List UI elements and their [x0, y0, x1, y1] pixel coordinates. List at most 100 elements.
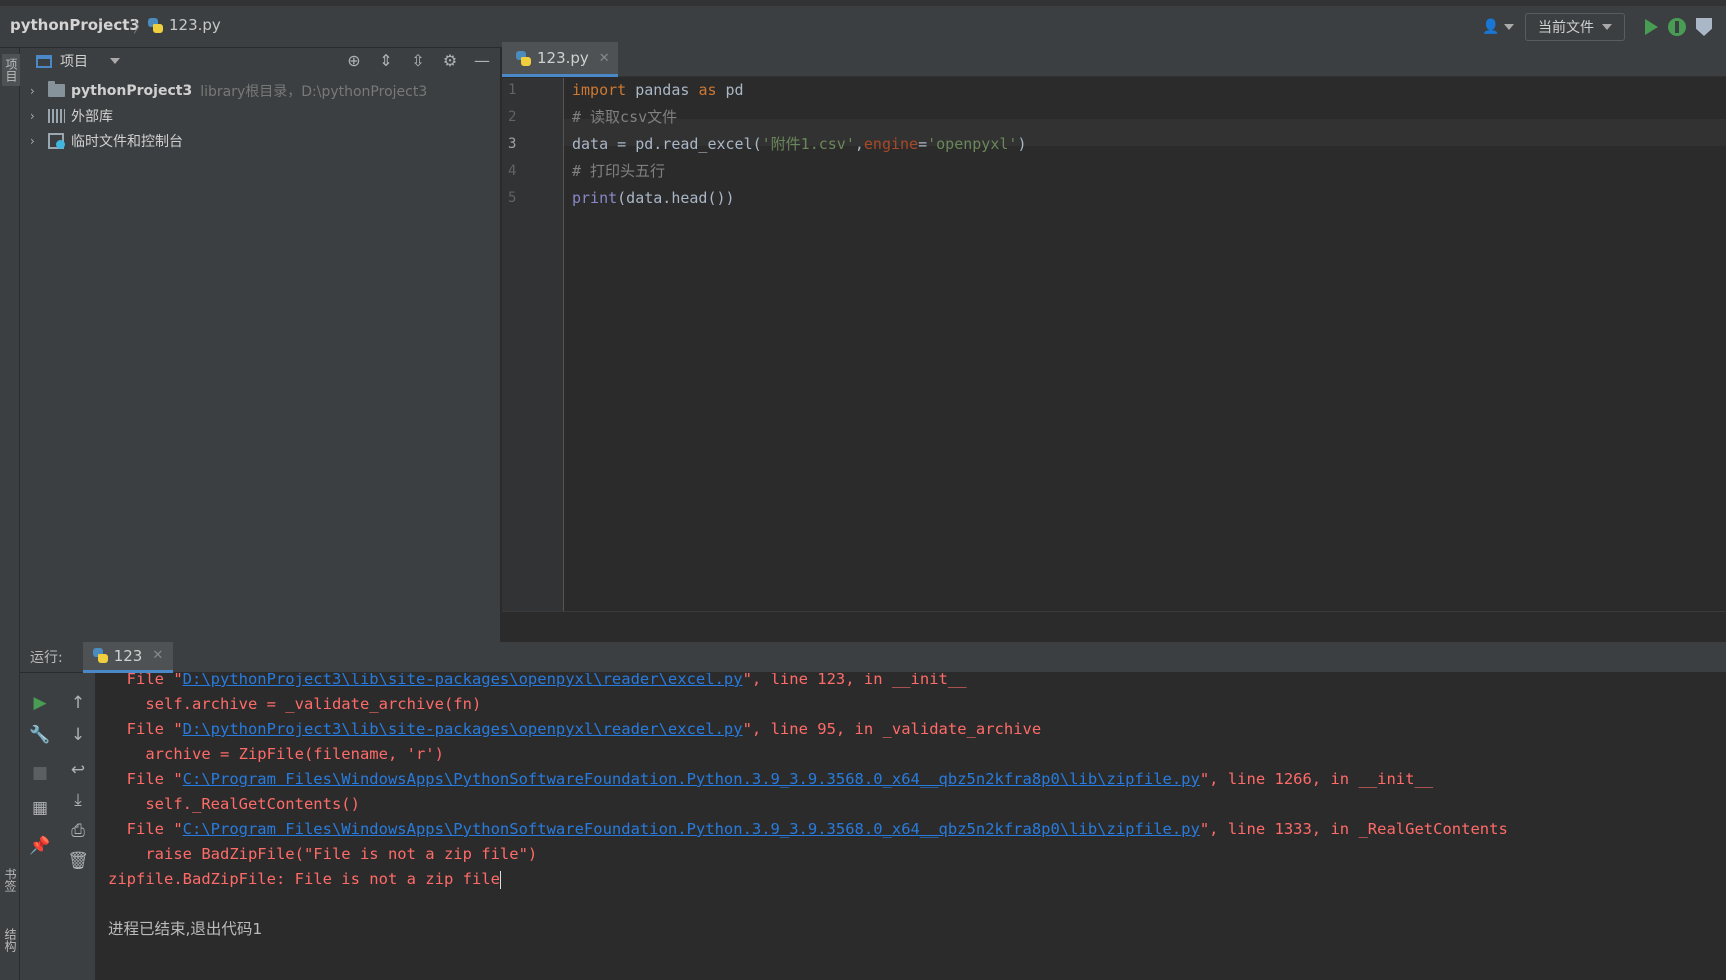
- code-param: engine: [863, 135, 919, 153]
- project-view-icon: [36, 54, 52, 68]
- console-line: self._RealGetContents(): [108, 795, 360, 813]
- tree-item-path: library根目录，D:\pythonProject3: [200, 83, 428, 100]
- line-number-gutter: 1 2 3 4 5: [502, 78, 564, 611]
- code-comment: # 读取csv文件: [572, 108, 678, 126]
- wrench-icon[interactable]: 🔧: [29, 725, 50, 745]
- tree-item-label: 临时文件和控制台: [71, 133, 183, 150]
- run-toolbar-secondary: ↑ ↓ ↩ ⤓ ⎙ 🗑: [58, 673, 96, 980]
- chevron-right-icon[interactable]: ›: [30, 84, 42, 98]
- console-file-link[interactable]: D:\pythonProject3\lib\site-packages\open…: [183, 720, 743, 738]
- run-tab-label: 123: [113, 646, 143, 665]
- hide-panel-icon[interactable]: —: [472, 50, 492, 70]
- locate-file-icon[interactable]: ⊕: [344, 50, 364, 70]
- console-text: ", line 123, in __init__: [742, 673, 967, 688]
- code-comment: # 打印头五行: [572, 162, 666, 180]
- chevron-down-icon[interactable]: [110, 58, 120, 64]
- tree-item-label: pythonProject3: [71, 82, 193, 99]
- arrow-up-icon[interactable]: ↑: [68, 693, 88, 713]
- stripe-bookmarks-tab[interactable]: 书签: [2, 868, 19, 892]
- line-number: 5: [508, 190, 517, 206]
- run-panel-label: 运行:: [30, 650, 63, 666]
- scratches-icon: [48, 132, 65, 149]
- rerun-icon[interactable]: ▶: [30, 693, 50, 713]
- code-line: # 打印头五行: [572, 158, 665, 185]
- coverage-button[interactable]: [1696, 18, 1712, 36]
- breadcrumb-file[interactable]: 123.py: [148, 16, 221, 34]
- code-line: # 读取csv文件: [572, 104, 677, 131]
- editor-tab-label: 123.py: [537, 49, 589, 67]
- tree-item-scratches[interactable]: › 临时文件和控制台: [20, 128, 500, 153]
- console-file-link[interactable]: C:\Program Files\WindowsApps\PythonSoftw…: [183, 820, 1200, 838]
- editor-tab-bar: 123.py ✕: [502, 42, 1726, 77]
- user-account-button[interactable]: 👤: [1481, 15, 1515, 39]
- console-line: File "D:\pythonProject3\lib\site-package…: [108, 716, 1042, 743]
- pin-icon[interactable]: 📌: [29, 836, 50, 856]
- console-line: File "C:\Program Files\WindowsApps\Pytho…: [108, 816, 1508, 843]
- code-text: pd: [716, 81, 744, 99]
- code-text: =: [918, 135, 928, 153]
- console-line: File "D:\pythonProject3\lib\site-package…: [108, 673, 967, 693]
- line-number: 4: [508, 163, 517, 179]
- print-icon[interactable]: ⎙: [68, 821, 88, 841]
- navigation-bar: pythonProject3 〉 123.py 👤 当前文件: [0, 0, 1726, 48]
- console-text: File ": [108, 720, 183, 738]
- run-configuration-label: 当前文件: [1538, 20, 1594, 36]
- collapse-all-icon[interactable]: ⇳: [408, 50, 428, 70]
- stop-icon[interactable]: ■: [30, 763, 50, 783]
- python-file-icon: [92, 648, 108, 663]
- stripe-structure-tab[interactable]: 结构: [2, 928, 19, 952]
- tree-item-external-libraries[interactable]: › 外部库: [20, 103, 500, 128]
- trash-icon[interactable]: 🗑: [67, 851, 89, 871]
- left-tool-stripe: 项目 书签 结构: [0, 48, 21, 980]
- code-line: print(data.head()): [572, 185, 735, 212]
- user-icon: 👤: [1482, 19, 1500, 35]
- console-exit-message: 进程已结束,退出代码1: [108, 920, 263, 938]
- arrow-down-icon[interactable]: ↓: [68, 725, 88, 745]
- editor-tab-123-py[interactable]: 123.py ✕: [502, 42, 618, 77]
- console-text: ", line 95, in _validate_archive: [742, 720, 1042, 738]
- console-line: zipfile.BadZipFile: File is not a zip fi…: [108, 866, 501, 893]
- run-console[interactable]: File "D:\pythonProject3\lib\site-package…: [96, 673, 1726, 980]
- project-panel: 项目 ⊕ ⇕ ⇳ ⚙ — › pythonProject3 library根目录…: [20, 48, 501, 642]
- code-text: ): [1017, 135, 1027, 153]
- code-text: (data.head()): [617, 189, 735, 207]
- project-panel-title: 项目: [60, 54, 88, 70]
- python-file-icon: [148, 17, 163, 33]
- code-text: pandas: [626, 81, 699, 99]
- code-keyword: import: [572, 81, 627, 99]
- editor-bottom-area: [502, 611, 1726, 642]
- run-button[interactable]: [1645, 19, 1658, 35]
- console-file-link[interactable]: D:\pythonProject3\lib\site-packages\open…: [183, 673, 743, 688]
- chevron-right-icon[interactable]: ›: [30, 109, 42, 123]
- debug-button[interactable]: [1668, 18, 1686, 36]
- console-file-link[interactable]: C:\Program Files\WindowsApps\PythonSoftw…: [183, 770, 1200, 788]
- gear-icon[interactable]: ⚙: [440, 50, 460, 70]
- code-editor[interactable]: 1 2 3 4 5 import pandas as pd # 读取csv文件 …: [502, 78, 1726, 611]
- close-icon[interactable]: ✕: [599, 51, 610, 66]
- code-line: import pandas as pd: [572, 77, 744, 104]
- layout-icon[interactable]: ▦: [30, 798, 50, 818]
- expand-all-icon[interactable]: ⇕: [376, 50, 396, 70]
- scroll-to-end-icon[interactable]: ⤓: [68, 790, 88, 810]
- python-file-icon: [516, 50, 531, 66]
- console-text: ", line 1266, in __init__: [1199, 770, 1434, 788]
- chevron-down-icon: [1602, 24, 1612, 30]
- breadcrumb-file-label: 123.py: [169, 16, 221, 34]
- console-line: File "C:\Program Files\WindowsApps\Pytho…: [108, 766, 1433, 793]
- soft-wrap-icon[interactable]: ↩: [68, 760, 88, 780]
- stripe-project-tab[interactable]: 项目: [2, 54, 21, 86]
- project-panel-tools: ⊕ ⇕ ⇳ ⚙ —: [344, 50, 492, 70]
- code-line: data = pd.read_excel('附件1.csv',engine='o…: [572, 131, 1026, 158]
- breadcrumb-separator: 〉: [133, 18, 149, 36]
- code-string: 'openpyxl': [927, 135, 1018, 153]
- tree-item-project-root[interactable]: › pythonProject3 library根目录，D:\pythonPro…: [20, 78, 500, 103]
- console-text: File ": [108, 673, 183, 688]
- console-text: ", line 1333, in _RealGetContents: [1199, 820, 1508, 838]
- chevron-right-icon[interactable]: ›: [30, 134, 42, 148]
- chevron-down-icon: [1503, 24, 1514, 30]
- close-icon[interactable]: ✕: [152, 648, 163, 663]
- breadcrumb-project[interactable]: pythonProject3: [10, 16, 140, 34]
- run-tab-123[interactable]: 123 ✕: [82, 641, 174, 673]
- console-line: archive = ZipFile(filename, 'r'): [108, 745, 444, 763]
- run-configuration-select[interactable]: 当前文件: [1525, 13, 1625, 41]
